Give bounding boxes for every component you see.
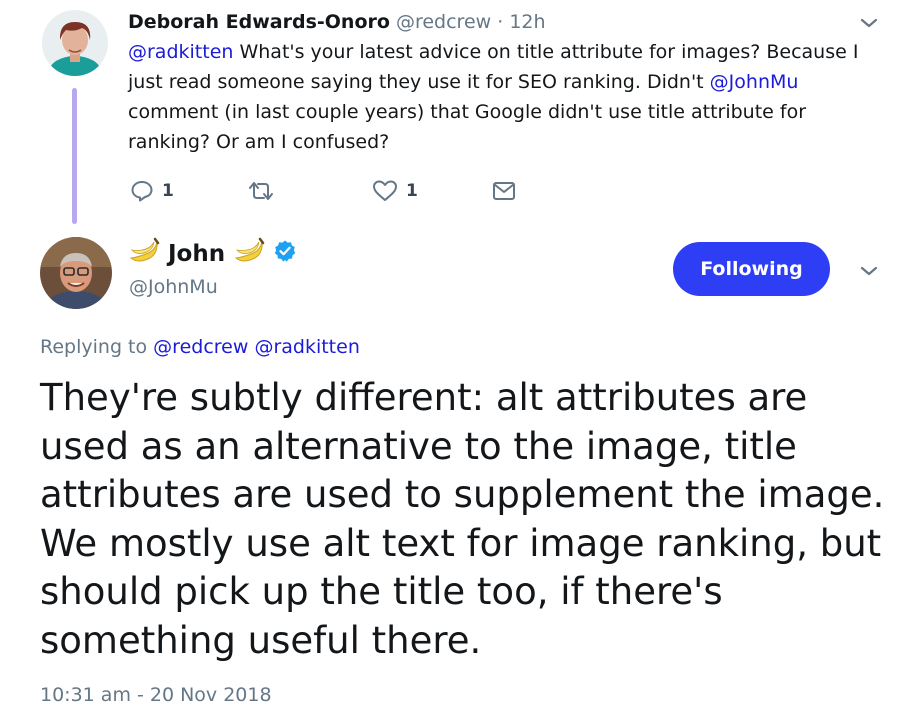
- mention-link[interactable]: @radkitten: [254, 336, 359, 358]
- like-count: 1: [406, 181, 418, 201]
- replying-to-label: Replying to: [40, 336, 148, 358]
- heart-icon: [372, 180, 398, 202]
- following-button[interactable]: Following: [673, 242, 830, 296]
- parent-author-avatar[interactable]: [42, 10, 108, 76]
- main-author-name-row[interactable]: John: [128, 236, 297, 272]
- envelope-icon: [492, 181, 516, 201]
- mention-link[interactable]: @JohnMu: [710, 71, 799, 93]
- mention-link[interactable]: @radkitten: [128, 41, 233, 63]
- verified-badge-icon: [273, 239, 297, 269]
- parent-tweet-actions: 1 1: [128, 176, 548, 206]
- main-author-handle[interactable]: @JohnMu: [129, 276, 218, 298]
- parent-text-part: comment (in last couple years) that Goog…: [128, 101, 807, 153]
- parent-tweet-menu-chevron-down-icon[interactable]: [858, 12, 880, 34]
- tweet-timestamp[interactable]: 10:31 am - 20 Nov 2018: [40, 684, 272, 706]
- reply-icon: [130, 180, 154, 202]
- thread-connector-line: [72, 88, 77, 224]
- parent-author-handle[interactable]: @redcrew: [396, 11, 491, 33]
- retweet-button[interactable]: [246, 176, 276, 206]
- main-author-avatar[interactable]: [40, 237, 112, 309]
- main-author-name: John: [168, 241, 226, 267]
- reply-count: 1: [162, 181, 174, 201]
- retweet-icon: [246, 180, 276, 202]
- direct-message-button[interactable]: [492, 176, 516, 206]
- parent-tweet-time[interactable]: 12h: [509, 11, 545, 33]
- main-tweet-text: They're subtly different: alt attributes…: [40, 376, 885, 662]
- meta-separator: ·: [497, 11, 504, 33]
- banana-icon: [128, 236, 160, 272]
- like-button[interactable]: 1: [372, 176, 418, 206]
- replying-to-line: Replying to @redcrew @radkitten: [40, 336, 360, 358]
- mention-link[interactable]: @redcrew: [153, 336, 248, 358]
- reply-button[interactable]: 1: [130, 176, 174, 206]
- banana-icon: [233, 236, 265, 272]
- parent-tweet-header: Deborah Edwards-Onoro @redcrew · 12h: [128, 8, 546, 36]
- parent-tweet-text: @radkitten What's your latest advice on …: [128, 37, 888, 157]
- tweet-thread: Deborah Edwards-Onoro @redcrew · 12h @ra…: [0, 0, 924, 726]
- main-tweet-menu-chevron-down-icon[interactable]: [858, 260, 880, 282]
- parent-author-name[interactable]: Deborah Edwards-Onoro: [128, 11, 390, 33]
